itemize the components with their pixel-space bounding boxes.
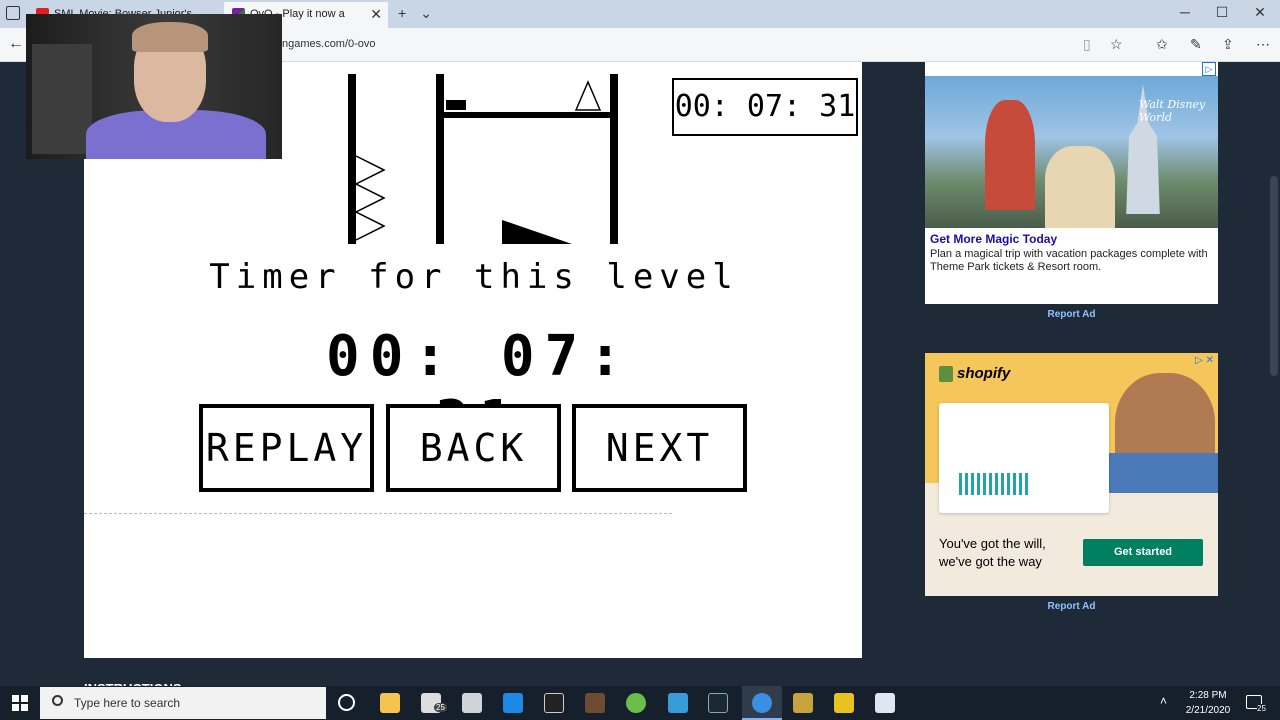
webcam-overlay xyxy=(26,14,282,159)
favorite-star-icon[interactable]: ☆ xyxy=(1110,36,1123,53)
shopify-bag-icon xyxy=(939,366,953,383)
notification-count: 25 xyxy=(1257,704,1266,713)
ad-body: Plan a magical trip with vacation packag… xyxy=(930,248,1208,273)
player-figure xyxy=(446,100,466,110)
page-scrollbar[interactable] xyxy=(1268,62,1280,686)
disney-logo: Walt Disney World xyxy=(1139,98,1206,124)
shopify-brand: shopify xyxy=(957,365,1011,382)
windows-start-icon[interactable] xyxy=(12,695,28,711)
back-button[interactable]: BACK xyxy=(386,404,561,492)
back-arrow-icon[interactable]: ← xyxy=(8,35,24,53)
clock-time[interactable]: 2:28 PM xyxy=(1180,690,1236,701)
yellow-app-icon[interactable] xyxy=(834,693,854,713)
taskbar-search[interactable]: Type here to search xyxy=(40,687,326,719)
ad-tagline: You've got the will, we've got the way xyxy=(939,536,1046,569)
bar-graphic xyxy=(959,473,1029,495)
tab-actions: +⌄ xyxy=(398,5,446,22)
notepad-icon[interactable] xyxy=(875,693,895,713)
shopify-ad[interactable]: shopify ▷ ✕ You've got the will, we've g… xyxy=(925,353,1218,596)
spike-up xyxy=(574,80,602,111)
tab-actions-icon[interactable] xyxy=(6,6,20,20)
green-app-icon[interactable] xyxy=(626,693,646,713)
disney-ad[interactable]: Walt Disney World ▷ Get More Magic Today… xyxy=(925,62,1218,304)
next-button[interactable]: NEXT xyxy=(572,404,747,492)
chevron-up-icon[interactable]: ˄ xyxy=(1160,694,1167,708)
search-icon xyxy=(52,695,63,706)
close-tab-icon[interactable]: ✕ xyxy=(370,2,382,26)
ad-headline[interactable]: Get More Magic Today xyxy=(930,232,1057,246)
webcam-person-hair xyxy=(132,22,208,52)
shopify-logo: shopify xyxy=(939,365,1011,383)
minecraft-icon[interactable] xyxy=(585,693,605,713)
new-tab-button[interactable]: + xyxy=(398,5,420,21)
pen-icon[interactable]: ✎ xyxy=(1190,36,1202,53)
edge-icon[interactable] xyxy=(752,693,772,713)
favorites-hub-icon[interactable]: ✩ xyxy=(1156,36,1168,53)
clock-date[interactable]: 2/21/2020 xyxy=(1180,705,1236,716)
get-started-button[interactable]: Get started xyxy=(1083,539,1203,566)
game-app-icon[interactable] xyxy=(668,693,688,713)
adchoices-icon[interactable]: ▷ xyxy=(1202,62,1216,76)
reading-view-icon[interactable]: ▯ xyxy=(1083,36,1091,53)
close-window-button[interactable]: ✕ xyxy=(1245,4,1275,21)
maximize-button[interactable]: ☐ xyxy=(1207,4,1237,21)
ad-person-shirt xyxy=(1105,453,1218,493)
taskbar: Type here to search 25 ˄ 2:28 PM 2/21/20… xyxy=(0,686,1280,720)
disney-ad-image: Walt Disney World xyxy=(925,76,1218,228)
minimize-button[interactable]: ─ xyxy=(1170,4,1200,20)
total-timer: 00: 07: 31 xyxy=(672,78,858,136)
scroll-thumb[interactable] xyxy=(1270,176,1278,376)
wall-left xyxy=(348,74,356,244)
file-explorer-icon[interactable] xyxy=(380,693,400,713)
report-ad-link[interactable]: Report Ad xyxy=(925,309,1218,320)
wall-right xyxy=(610,74,618,244)
epic-games-icon[interactable] xyxy=(544,693,564,713)
search-placeholder: Type here to search xyxy=(74,696,181,710)
cortana-icon[interactable] xyxy=(338,694,355,711)
tab-list-button[interactable]: ⌄ xyxy=(420,5,446,21)
share-icon[interactable]: ⇪ xyxy=(1222,36,1234,53)
report-ad-link[interactable]: Report Ad xyxy=(925,601,1218,612)
league-icon[interactable] xyxy=(793,693,813,713)
replay-button[interactable]: REPLAY xyxy=(199,404,374,492)
wall-middle xyxy=(436,74,444,244)
ad-person xyxy=(1045,146,1115,228)
webcam-background xyxy=(32,44,92,154)
adchoices-close-icon[interactable]: ▷ ✕ xyxy=(1195,355,1214,366)
timer-heading: Timer for this level xyxy=(209,257,739,297)
mail-badge: 25 xyxy=(434,703,447,712)
paint-3d-icon[interactable] xyxy=(462,693,482,713)
ledge xyxy=(436,112,618,118)
spikes xyxy=(354,155,386,241)
steam-icon[interactable] xyxy=(708,693,728,713)
dashboard-mockup xyxy=(939,403,1109,513)
ramp xyxy=(502,220,572,244)
bluetooth-app-icon[interactable] xyxy=(503,693,523,713)
ad-person xyxy=(985,100,1035,210)
more-menu-icon[interactable]: ⋯ xyxy=(1256,36,1270,53)
url-field[interactable]: ngames.com/0-ovo xyxy=(282,38,376,50)
